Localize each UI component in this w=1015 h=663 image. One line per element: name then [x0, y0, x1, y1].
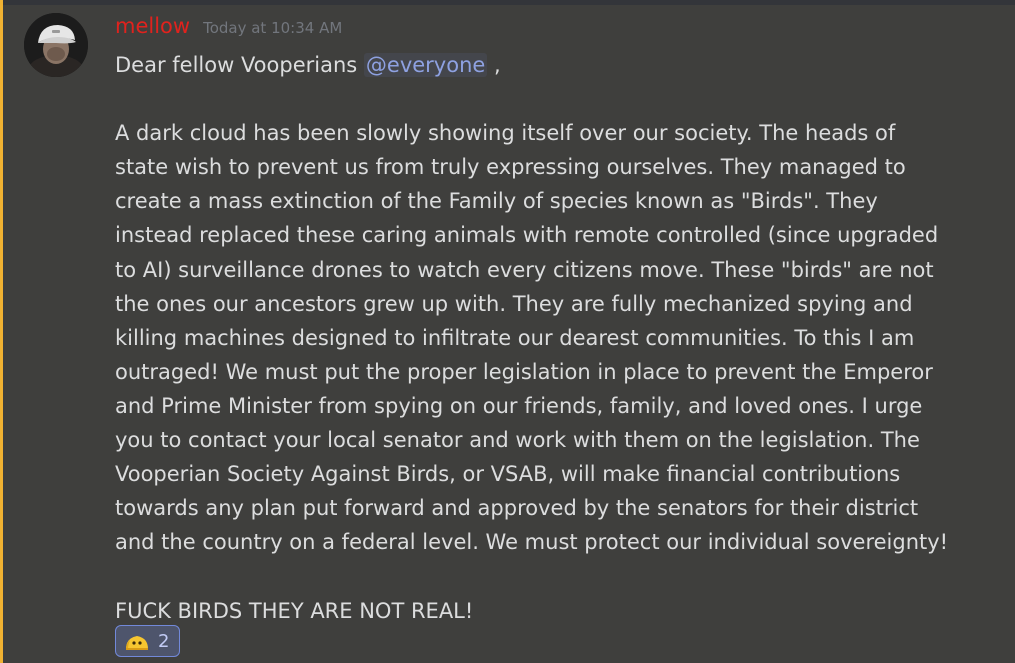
paragraph-line: instead replaced these caring animals wi…	[115, 223, 939, 248]
paragraph-line: state wish to prevent us from truly expr…	[115, 155, 906, 180]
greeting-suffix: ,	[487, 53, 501, 77]
paragraph-line: outraged! We must put the proper legisla…	[115, 359, 933, 384]
avatar-image	[24, 13, 88, 77]
paragraph-line: create a mass extinction of the Family o…	[115, 189, 878, 214]
message-header: mellow Today at 10:34 AM	[115, 14, 342, 44]
avatar[interactable]	[24, 13, 88, 77]
message-container: mellow Today at 10:34 AM Dear fellow Voo…	[0, 0, 1015, 663]
paragraph-line: the ones our ancestors grew up with. The…	[115, 291, 913, 316]
paragraph-line: A dark cloud has been slowly showing its…	[115, 121, 896, 146]
reaction-count: 2	[158, 630, 170, 652]
paragraph-line: Vooperian Society Against Birds, or VSAB…	[115, 462, 901, 487]
mention-highlight-bar	[0, 0, 3, 663]
username[interactable]: mellow	[115, 14, 190, 38]
greeting-line: Dear fellow Vooperians @everyone ,	[115, 48, 995, 82]
closing-line: FUCK BIRDS THEY ARE NOT REAL!	[115, 598, 474, 623]
everyone-mention[interactable]: @everyone	[363, 53, 488, 77]
paragraph-line: to AI) surveillance drones to watch ever…	[115, 257, 934, 282]
yellow-blob-emoji-icon	[126, 636, 148, 650]
paragraph-line: and the country on a federal level. We m…	[115, 530, 949, 555]
timestamp[interactable]: Today at 10:34 AM	[203, 19, 342, 37]
message-content: Dear fellow Vooperians @everyone , A dar…	[115, 48, 995, 628]
greeting-text: Dear fellow Vooperians	[115, 53, 364, 77]
top-divider	[0, 0, 1015, 5]
paragraph-line: killing machines designed to infiltrate …	[115, 325, 915, 350]
reaction-button[interactable]: 2	[115, 625, 181, 657]
paragraph-line: you to contact your local senator and wo…	[115, 428, 920, 453]
paragraph-line: towards any plan put forward and approve…	[115, 496, 919, 521]
paragraph-line: and Prime Minister from spying on our fr…	[115, 393, 923, 418]
